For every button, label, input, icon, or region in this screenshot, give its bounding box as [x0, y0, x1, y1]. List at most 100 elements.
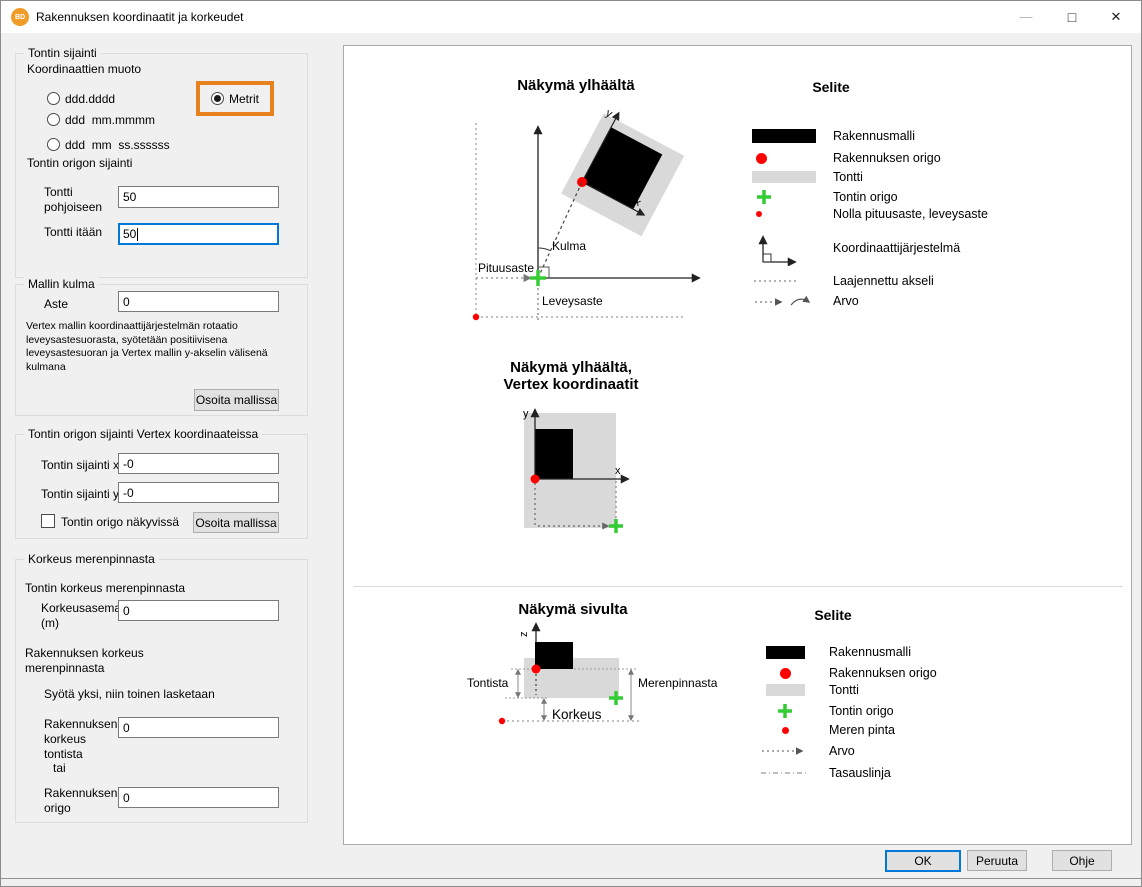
rakennuksen-korkeus-tontista-field[interactable]: 0 — [118, 717, 279, 738]
legend-label: Tontin origo — [829, 704, 894, 718]
metrit-highlight-box — [196, 81, 274, 116]
rakennuksen-korkeus-label: Rakennuksen korkeus merenpinnasta — [25, 646, 165, 676]
legend-item: Meren pinta — [756, 720, 895, 740]
vertex-view-title-line1: Näkymä ylhäältä, — [441, 359, 701, 376]
group-title: Tontin sijainti — [24, 46, 101, 60]
small-red-dot-icon — [756, 211, 762, 217]
legend-label: Koordinaattijärjestelmä — [833, 241, 960, 255]
tontin-sijainti-y-field[interactable]: -0 — [118, 482, 279, 503]
model-z-axis-label: z — [518, 632, 530, 638]
building-origin-dot — [531, 475, 540, 484]
legend-label: Tontin origo — [833, 190, 898, 204]
legend-item: Rakennusmalli — [756, 642, 911, 662]
legend-item: Tasauslinja — [756, 763, 891, 783]
app-icon: BD — [11, 8, 29, 26]
window-bottom-edge — [1, 878, 1142, 879]
tontin-korkeus-label: Tontin korkeus merenpinnasta — [25, 581, 185, 596]
text-caret — [137, 228, 138, 241]
tontti-itaan-field[interactable]: 50 — [118, 223, 279, 245]
group-title: Korkeus merenpinnasta — [24, 552, 159, 566]
dialog-window: BD Rakennuksen koordinaatit ja korkeudet… — [0, 0, 1142, 887]
model-y-axis-label: y — [523, 408, 529, 420]
legend-label: Arvo — [829, 744, 855, 758]
rakennuksen-origo-label: Rakennuksen origo — [44, 786, 124, 816]
korkeus-label: Korkeus — [552, 707, 602, 722]
coord-format-label: Koordinaattien muoto — [27, 62, 141, 77]
green-plus-icon — [756, 189, 772, 205]
dotted-arrow-icon — [753, 293, 815, 309]
aste-field[interactable]: 0 — [118, 291, 279, 312]
building-rect — [535, 642, 573, 669]
vertex-view-diagram: y x — [498, 398, 658, 538]
aste-label: Aste — [44, 297, 68, 312]
vertex-view-title-line2: Vertex koordinaatit — [441, 376, 701, 393]
legend-label: Arvo — [833, 294, 859, 308]
sea-level-dot — [499, 718, 505, 724]
legend-title: Selite — [773, 607, 893, 623]
tai-label: tai — [53, 761, 66, 776]
green-plus-icon — [777, 703, 793, 719]
vertex-view-title: Näkymä ylhäältä,Vertex koordinaatit — [441, 359, 701, 394]
close-button[interactable]: ✕ — [1097, 1, 1135, 32]
legend-label: Rakennuksen origo — [833, 151, 941, 165]
tontti-pohjoiseen-field[interactable]: 50 — [118, 186, 279, 208]
minimize-button[interactable]: — — [1007, 1, 1045, 32]
close-icon: ✕ — [1111, 9, 1122, 25]
coordinate-system-icon — [753, 230, 801, 266]
rotated-model: x y — [561, 106, 688, 236]
legend-label: Rakennusmalli — [829, 645, 911, 659]
black-rect-icon — [752, 129, 816, 143]
gray-rect-icon — [766, 684, 805, 696]
top-view-diagram: x y Pituusaste Leveysaste Kulma — [456, 96, 716, 324]
tontin-origo-nakyvissa-label: Tontin origo näkyvissä — [61, 515, 179, 530]
radio-ddd-mm[interactable] — [47, 113, 60, 126]
tontin-sijainti-x-label: Tontin sijainti x — [41, 458, 119, 473]
red-dot-icon — [780, 668, 791, 679]
legend-label: Meren pinta — [829, 723, 895, 737]
legend-item: Tontti — [756, 680, 859, 700]
black-rect-icon — [766, 646, 805, 659]
legend-item: Koordinaattijärjestelmä — [751, 229, 960, 267]
legend-item: Laajennettu akseli — [751, 271, 934, 291]
legend-item: Tontti — [751, 167, 863, 187]
red-dot-icon — [756, 153, 767, 164]
ohje-button[interactable]: Ohje — [1052, 850, 1112, 871]
tontin-origon-sijainti-label: Tontin origon sijainti — [27, 156, 132, 171]
small-red-dot-icon — [782, 727, 789, 734]
legend-label: Rakennuksen origo — [829, 666, 937, 680]
legend-label: Tasauslinja — [829, 766, 891, 780]
maximize-button[interactable]: □ — [1053, 1, 1091, 32]
dash-line-icon — [760, 768, 810, 778]
legend-item: Arvo — [751, 291, 859, 311]
tontti-itaan-label: Tontti itään — [44, 225, 102, 240]
osoita-mallissa-button-2[interactable]: Osoita mallissa — [193, 512, 279, 533]
osoita-mallissa-button-1[interactable]: Osoita mallissa — [194, 389, 279, 411]
rakennuksen-origo-field[interactable]: 0 — [118, 787, 279, 808]
ok-button[interactable]: OK — [885, 850, 961, 872]
tontin-origo-nakyvissa-checkbox[interactable] — [41, 514, 55, 528]
pituusaste-label: Pituusaste — [478, 261, 534, 275]
section-separator — [353, 586, 1123, 587]
gray-rect-icon — [752, 171, 816, 183]
kulma-label: Kulma — [552, 239, 586, 253]
group-title: Tontin origon sijainti Vertex koordinaat… — [24, 427, 262, 441]
radio-ddd-dddd[interactable] — [47, 92, 60, 105]
radio-ddd-mm-ss[interactable] — [47, 138, 60, 151]
legend-label: Nolla pituusaste, leveysaste — [833, 207, 988, 221]
building-rect — [535, 429, 573, 479]
korkeusasema-field[interactable]: 0 — [118, 600, 279, 621]
radio-ddd-dddd-label: ddd.dddd — [65, 92, 115, 107]
maximize-icon: □ — [1068, 9, 1076, 25]
tontin-sijainti-x-field[interactable]: -0 — [118, 453, 279, 474]
tontin-sijainti-y-label: Tontin sijainti y — [41, 487, 119, 502]
legend-top: Selite Rakennusmalli Rakennuksen origo T… — [751, 71, 1096, 321]
top-view-title: Näkymä ylhäältä — [446, 77, 706, 94]
legend-item: Arvo — [756, 741, 855, 761]
angle-arc — [538, 248, 551, 251]
tontista-label: Tontista — [467, 676, 509, 690]
peruuta-button[interactable]: Peruuta — [967, 850, 1027, 871]
legend-item: Rakennuksen origo — [751, 148, 941, 168]
tontti-itaan-value: 50 — [123, 227, 136, 241]
legend-item: Tontin origo — [756, 701, 894, 721]
building-origin-dot — [532, 665, 541, 674]
